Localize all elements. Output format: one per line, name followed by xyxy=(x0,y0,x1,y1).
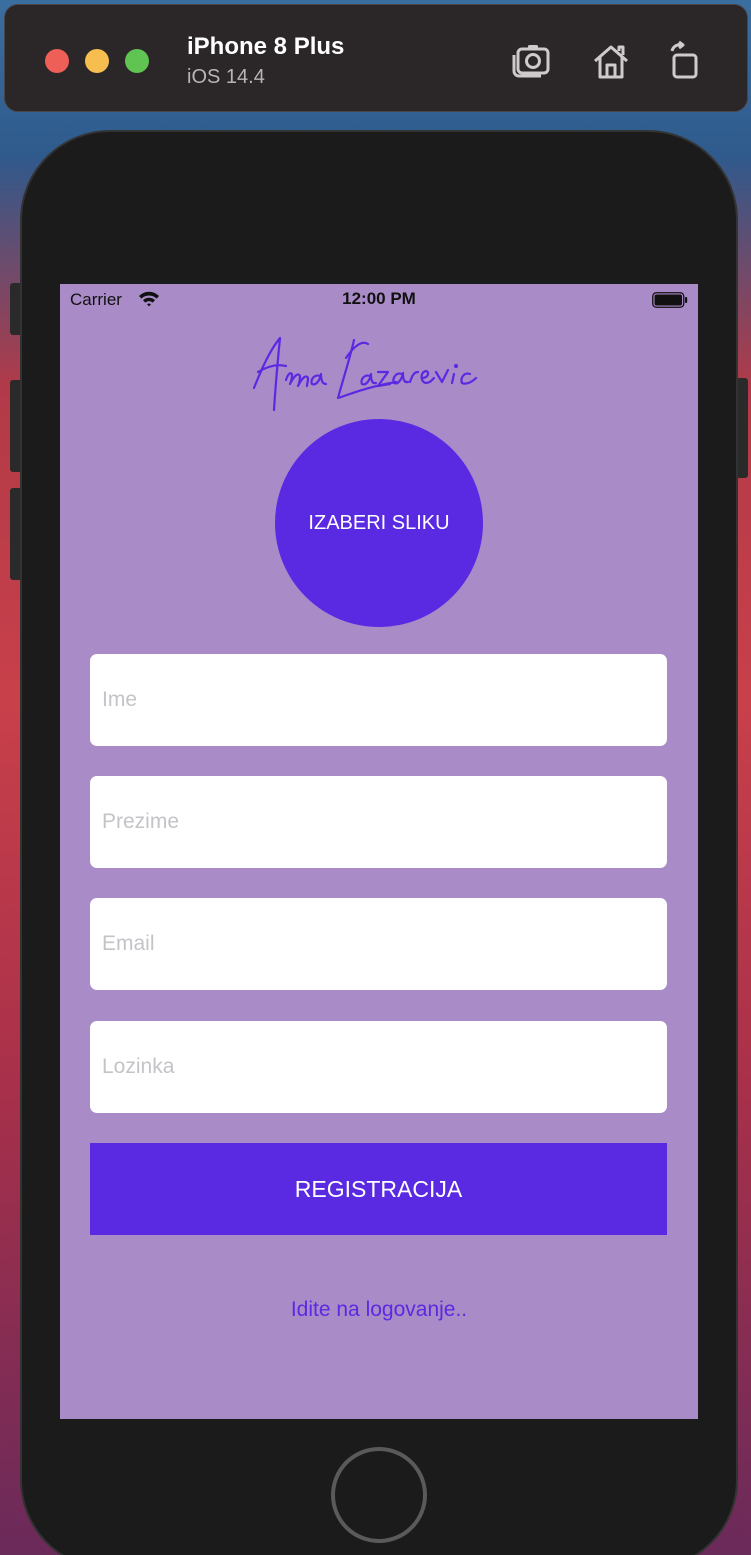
first-name-field[interactable] xyxy=(90,654,667,746)
status-time: 12:00 PM xyxy=(342,289,416,308)
signature-logo xyxy=(246,328,496,418)
go-to-login-link[interactable]: Idite na logovanje.. xyxy=(60,1298,698,1322)
minimize-window-button[interactable] xyxy=(85,49,109,73)
os-version: iOS 14.4 xyxy=(187,66,265,88)
simulator-titlebar: iPhone 8 Plus iOS 14.4 xyxy=(4,4,748,112)
screenshot-icon[interactable] xyxy=(510,39,554,83)
app-screen: Carrier 12:00 PM IZABERI SLIKU Ime Prezi… xyxy=(60,284,698,1419)
home-button[interactable] xyxy=(331,1447,427,1543)
home-icon[interactable] xyxy=(589,39,633,83)
choose-image-button[interactable]: IZABERI SLIKU xyxy=(275,419,483,627)
email-field[interactable] xyxy=(90,898,667,990)
device-name: iPhone 8 Plus xyxy=(187,33,345,60)
last-name-field[interactable] xyxy=(90,776,667,868)
zoom-window-button[interactable] xyxy=(125,49,149,73)
password-field[interactable] xyxy=(90,1021,667,1113)
register-button[interactable]: REGISTRACIJA xyxy=(90,1143,667,1235)
battery-icon xyxy=(652,292,688,308)
rotate-icon[interactable] xyxy=(662,39,706,83)
status-bar: Carrier 12:00 PM xyxy=(60,284,698,316)
close-window-button[interactable] xyxy=(45,49,69,73)
